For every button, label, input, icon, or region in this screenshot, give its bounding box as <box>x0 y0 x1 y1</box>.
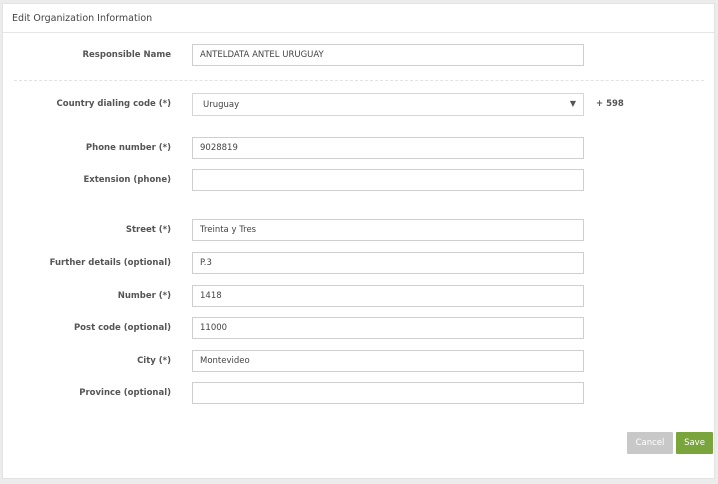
edit-organization-panel: Edit Organization Information Responsibl… <box>2 3 715 479</box>
dial-code-text: + 598 <box>596 99 624 109</box>
city-label: City (*) <box>137 356 171 366</box>
country-dialing-value: Uruguay <box>203 100 240 110</box>
section-divider <box>14 80 704 81</box>
number-input[interactable] <box>192 285 584 307</box>
responsible-name-input[interactable] <box>192 44 584 66</box>
save-button[interactable]: Save <box>676 432 713 454</box>
post-code-label: Post code (optional) <box>73 323 171 333</box>
province-input[interactable] <box>192 382 584 404</box>
cancel-button[interactable]: Cancel <box>627 432 673 454</box>
panel-title: Edit Organization Information <box>12 13 153 24</box>
post-code-input[interactable] <box>192 317 584 339</box>
further-details-input[interactable] <box>192 252 584 274</box>
province-label: Province (optional) <box>79 388 171 398</box>
extension-input[interactable] <box>192 169 584 191</box>
further-details-label: Further details (optional) <box>49 258 171 268</box>
responsible-name-label: Responsible Name <box>82 50 171 60</box>
city-input[interactable] <box>192 350 584 372</box>
phone-number-input[interactable] <box>192 137 584 159</box>
country-dialing-label: Country dialing code (*) <box>56 99 172 109</box>
country-dialing-select[interactable]: Uruguay ▼ <box>192 93 584 116</box>
street-input[interactable] <box>192 219 584 241</box>
number-label: Number (*) <box>117 291 171 301</box>
panel-header: Edit Organization Information <box>3 4 714 33</box>
phone-number-label: Phone number (*) <box>85 143 171 153</box>
chevron-down-icon: ▼ <box>569 99 576 108</box>
extension-label: Extension (phone) <box>83 175 171 185</box>
street-label: Street (*) <box>125 225 171 235</box>
